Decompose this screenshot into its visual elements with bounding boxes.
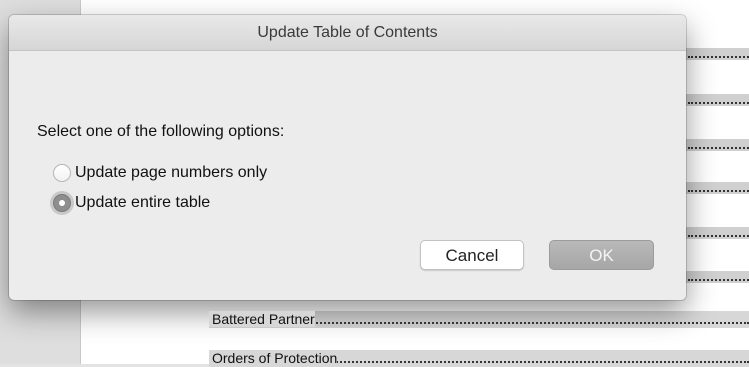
toc-leader-line — [686, 48, 749, 60]
dialog-prompt: Select one of the following options: — [37, 123, 285, 140]
option-update-page-numbers[interactable]: Update page numbers only — [53, 161, 267, 185]
toc-leader-line — [686, 139, 749, 151]
toc-leader-line — [686, 227, 749, 239]
ok-button[interactable]: OK — [549, 240, 654, 270]
cancel-button[interactable]: Cancel — [420, 240, 524, 270]
update-toc-dialog: Update Table of Contents Select one of t… — [9, 15, 686, 300]
option-label: Update page numbers only — [75, 164, 268, 181]
option-update-entire-table[interactable]: Update entire table — [53, 191, 210, 215]
toc-entry-text: Battered Partner — [209, 311, 315, 327]
radio-button[interactable] — [53, 164, 71, 182]
dialog-title: Update Table of Contents — [9, 15, 686, 51]
toc-leader-line — [686, 94, 749, 106]
toc-leader-line — [686, 271, 749, 283]
toc-leader-line — [686, 182, 749, 194]
radio-button-selected[interactable] — [53, 194, 71, 212]
toc-entry: Battered Partner — [209, 311, 749, 328]
toc-entry: Orders of Protection — [209, 350, 749, 367]
option-label: Update entire table — [75, 194, 211, 211]
